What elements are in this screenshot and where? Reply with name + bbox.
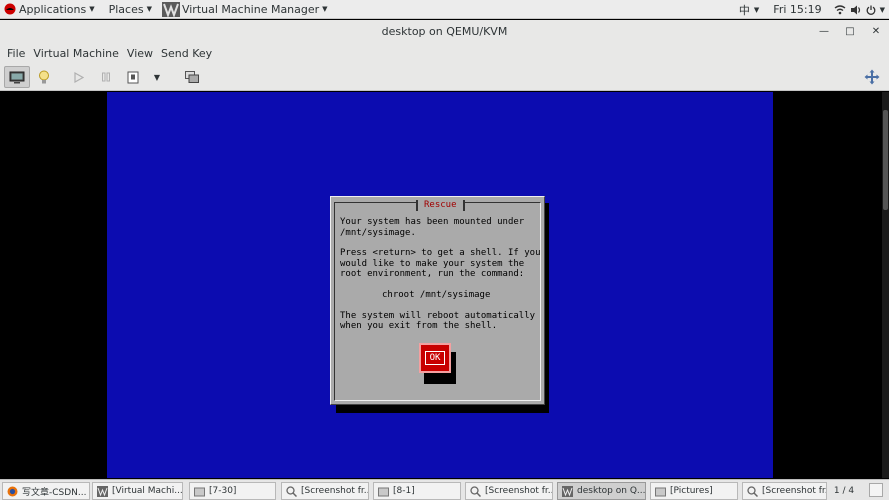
menu-send-key[interactable]: Send Key (157, 47, 216, 60)
rescue-command: chroot /mnt/sysimage (382, 290, 491, 300)
maximize-icon[interactable]: □ (837, 20, 863, 43)
input-method-indicator[interactable]: 中 (739, 2, 750, 18)
menu-bar: File Virtual Machine View Send Key (0, 43, 889, 63)
menu-virtual-machine[interactable]: Virtual Machine (29, 47, 123, 60)
places-label: Places (108, 2, 144, 16)
task-desktop-vm[interactable]: desktop on Q... (557, 482, 646, 500)
window-list: 写文章-CSDN... [Virtual Machi... [7-30] [Sc… (0, 479, 889, 500)
run-icon (74, 71, 84, 83)
rescue-text-6: The system will reboot automatically (340, 311, 536, 321)
rescue-text-4: would like to make your system the (340, 259, 525, 269)
power-icon[interactable] (866, 5, 876, 15)
task-label: desktop on Q... (577, 486, 646, 496)
places-menu[interactable]: Places ▼ (105, 0, 156, 19)
pause-button[interactable] (97, 66, 115, 88)
rescue-text-1: Your system has been mounted under (340, 217, 525, 227)
chevron-down-icon: ▼ (322, 5, 328, 13)
workspace-indicator[interactable] (869, 483, 883, 497)
scrollbar-thumb[interactable] (883, 110, 888, 210)
shutdown-dropdown[interactable]: ▼ (150, 66, 164, 88)
snapshots-icon (185, 71, 199, 83)
task-folder-8-1[interactable]: [8-1] (373, 482, 461, 500)
task-label: [Screenshot fr... (762, 486, 827, 496)
fullscreen-icon (864, 69, 880, 85)
task-label: [8-1] (393, 486, 415, 496)
ok-label: OK (424, 351, 446, 365)
window-titlebar[interactable]: desktop on QEMU/KVM — □ ✕ (0, 20, 889, 43)
task-folder-7-30[interactable]: [7-30] (189, 482, 276, 500)
task-pictures[interactable]: [Pictures] (650, 482, 738, 500)
chevron-down-icon: ▼ (146, 5, 152, 13)
redhat-icon (4, 3, 16, 15)
run-button[interactable] (70, 66, 88, 88)
folder-icon (378, 487, 389, 496)
workspace-label: 1 / 4 (833, 485, 855, 496)
app-menu-label: Virtual Machine Manager (181, 2, 320, 16)
clock[interactable]: Fri 15:19 (773, 3, 821, 16)
folder-icon (655, 487, 666, 496)
lightbulb-icon (39, 70, 49, 83)
task-label: [7-30] (209, 486, 237, 496)
task-label: [Screenshot fr... (485, 486, 553, 496)
dropdown-arrow-icon: ▼ (153, 72, 161, 82)
toolbar: ▼ (0, 63, 889, 91)
display-scrollbar[interactable] (882, 92, 889, 478)
menu-view[interactable]: View (123, 47, 157, 60)
shutdown-button[interactable] (124, 66, 142, 88)
rescue-text-2: /mnt/sysimage. (340, 228, 416, 238)
app-menu[interactable]: Virtual Machine Manager ▼ (158, 0, 332, 19)
task-firefox[interactable]: 写文章-CSDN... (2, 482, 90, 500)
rescue-text-5: root environment, run the command: (340, 269, 525, 279)
dialog-title: Rescue (416, 200, 465, 211)
top-panel: Applications ▼ Places ▼ Virtual Machine … (0, 0, 889, 19)
chevron-down-icon: ▼ (753, 5, 760, 14)
vmm-logo-icon (161, 1, 180, 17)
wifi-icon[interactable] (834, 4, 846, 15)
close-icon[interactable]: ✕ (863, 20, 889, 43)
console-icon (9, 71, 25, 83)
workspace-switcher[interactable]: 1 / 4 (823, 482, 865, 499)
image-viewer-icon (747, 485, 758, 497)
folder-icon (194, 487, 205, 496)
task-label: 写文章-CSDN... (22, 487, 87, 498)
task-label: [Pictures] (670, 486, 713, 496)
image-viewer-icon (470, 485, 481, 497)
snapshots-button[interactable] (182, 66, 202, 88)
chevron-down-icon: ▼ (879, 5, 885, 14)
applications-label: Applications (19, 2, 87, 16)
task-screenshot-2[interactable]: [Screenshot fr... (465, 482, 553, 500)
console-button[interactable] (4, 66, 30, 88)
task-vmm[interactable]: [Virtual Machi... (92, 482, 183, 500)
vmm-icon (97, 485, 108, 497)
task-screenshot-3[interactable]: [Screenshot fr... (742, 482, 827, 500)
menu-file[interactable]: File (3, 47, 29, 60)
details-button[interactable] (34, 66, 54, 88)
applications-menu[interactable]: Applications ▼ (0, 0, 99, 19)
firefox-icon (7, 486, 18, 496)
pause-icon (102, 72, 110, 82)
volume-icon[interactable] (850, 5, 862, 15)
rescue-text-3: Press <return> to get a shell. If you (340, 248, 541, 258)
task-screenshot-1[interactable]: [Screenshot fr... (281, 482, 369, 500)
rescue-text-7: when you exit from the shell. (340, 321, 498, 331)
fullscreen-button[interactable] (862, 66, 882, 88)
window-title: desktop on QEMU/KVM (381, 25, 508, 38)
chevron-down-icon: ▼ (89, 5, 95, 13)
ok-button[interactable]: OK (419, 343, 451, 373)
shutdown-icon (127, 71, 139, 83)
task-label: [Virtual Machi... (112, 486, 183, 496)
image-viewer-icon (286, 485, 297, 497)
minimize-icon[interactable]: — (811, 20, 837, 43)
vmm-icon (562, 485, 573, 497)
task-label: [Screenshot fr... (301, 486, 369, 496)
